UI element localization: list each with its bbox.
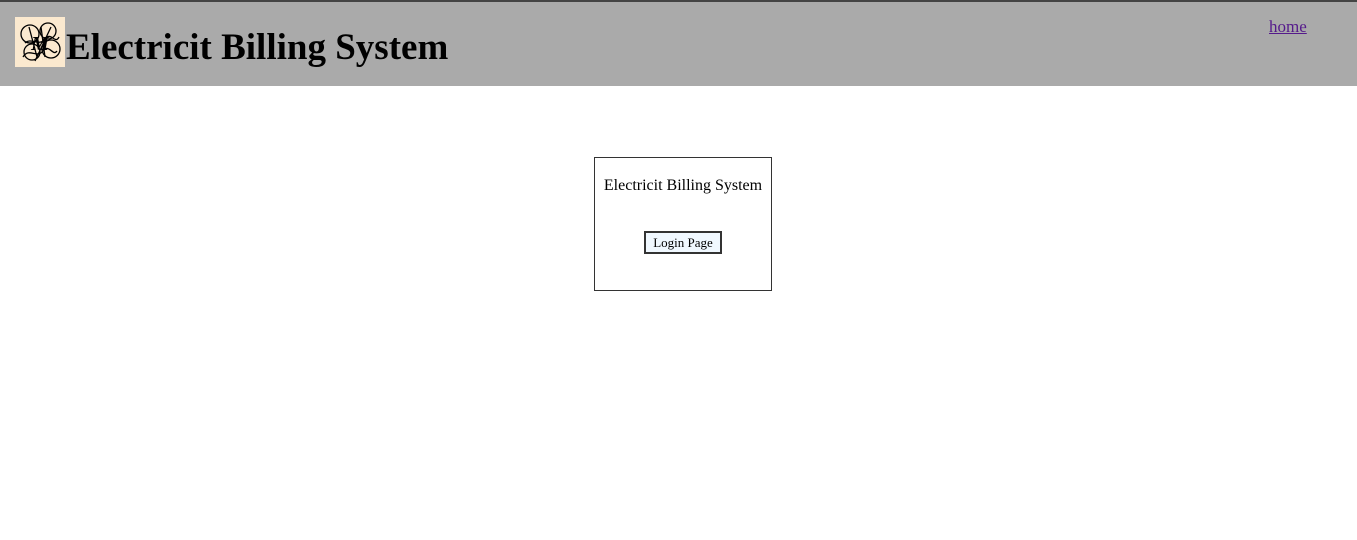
site-header: M Electricit Billing System home [0, 0, 1357, 86]
home-link[interactable]: home [1269, 17, 1307, 37]
svg-text:M: M [30, 33, 50, 55]
login-page-button[interactable]: Login Page [644, 231, 722, 254]
logo-icon: M [15, 17, 65, 67]
box-title: Electricit Billing System [603, 177, 763, 194]
site-title: Electricit Billing System [66, 27, 449, 68]
login-box: Electricit Billing System Login Page [594, 157, 772, 291]
